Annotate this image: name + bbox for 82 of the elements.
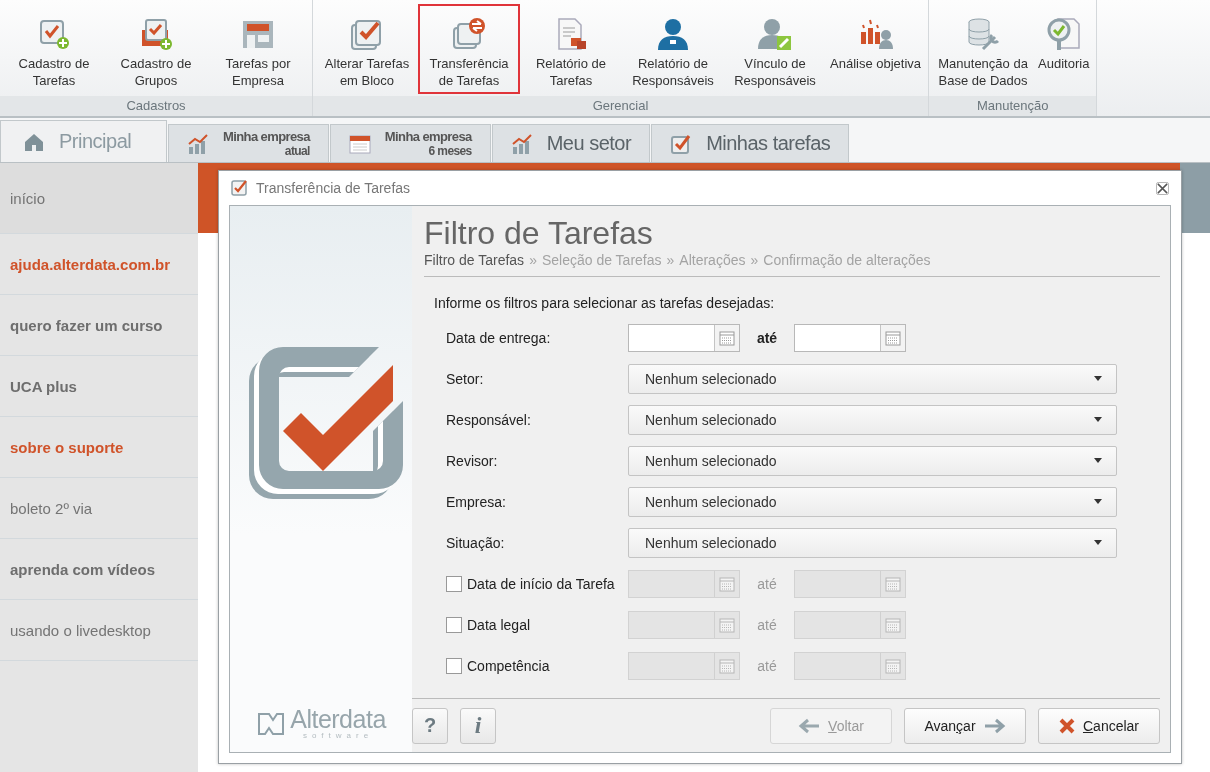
- arrow-right-icon: [983, 717, 1006, 734]
- field-label: Setor:: [445, 370, 485, 387]
- database-wrench-icon: [965, 16, 1002, 52]
- close-icon[interactable]: [1156, 181, 1169, 195]
- checkbox-icon: [231, 179, 249, 197]
- range-separator: até: [756, 575, 778, 592]
- group-label: Cadastros: [0, 96, 312, 116]
- caret-icon: [1094, 499, 1102, 504]
- group-label: Manutenção: [929, 96, 1097, 116]
- calendar-icon: [885, 329, 901, 346]
- logo-tagline: software: [302, 732, 374, 740]
- field-label: Revisor:: [445, 452, 499, 469]
- caret-icon: [1094, 540, 1102, 545]
- ribbon-button[interactable]: Vínculo de Responsáveis: [724, 4, 826, 94]
- ribbon-button[interactable]: Relatório de Responsáveis: [622, 4, 724, 94]
- field-label: Responsável:: [445, 411, 532, 428]
- ribbon-button[interactable]: Cadastro de Grupos: [105, 4, 207, 94]
- info-button[interactable]: i: [460, 707, 496, 744]
- tab[interactable]: Meu setor: [491, 124, 651, 162]
- group-label: Gerencial: [313, 96, 929, 116]
- calendar-icon: [885, 616, 901, 633]
- calendar-icon: [719, 657, 735, 674]
- caret-icon: [1094, 458, 1102, 463]
- calendar-icon: [719, 616, 735, 633]
- sidebar-item[interactable]: início: [0, 163, 198, 234]
- tab[interactable]: Minha empresa atual: [168, 124, 329, 162]
- date-field[interactable]: [794, 323, 906, 352]
- breadcrumb-separator: »: [750, 252, 759, 268]
- calendar-icon: [885, 657, 901, 674]
- range-separator: até: [755, 329, 779, 346]
- breadcrumb-separator: »: [666, 252, 675, 268]
- calendar-icon: [885, 575, 901, 592]
- field-label: Situação:: [445, 534, 506, 551]
- caret-icon: [1094, 376, 1102, 381]
- ribbon-button[interactable]: Relatório de Tarefas: [520, 4, 622, 94]
- instruction-text: Informe os filtros para selecionar as tarefas desejadas:: [434, 295, 776, 311]
- page-heading: Filtro de Tarefas: [424, 214, 654, 252]
- calendar-icon: [348, 132, 371, 155]
- close-icon: [1058, 717, 1075, 734]
- dropdown[interactable]: Nenhum selecionado: [628, 445, 1117, 476]
- dropdown[interactable]: Nenhum selecionado: [628, 527, 1117, 558]
- ribbon-button[interactable]: Transferência de Tarefas: [418, 4, 520, 94]
- dropdown[interactable]: Nenhum selecionado: [628, 486, 1117, 517]
- dropdown[interactable]: Nenhum selecionado: [628, 363, 1117, 394]
- transfer-icon: [451, 16, 487, 52]
- person-link-icon: [757, 16, 793, 52]
- ribbon-button[interactable]: Análise objetiva: [826, 4, 926, 94]
- checkbox-label: Data legal: [467, 616, 531, 633]
- calendar-icon: [719, 575, 735, 592]
- date-field[interactable]: [628, 323, 740, 352]
- caret-icon: [1094, 417, 1102, 422]
- field-label: Empresa:: [445, 493, 507, 510]
- breadcrumb-step: Confirmação de alterações: [763, 252, 931, 268]
- chart-icon: [510, 132, 533, 155]
- header-panel: [1180, 163, 1210, 233]
- breadcrumb-step: Filtro de Tarefas: [424, 252, 525, 268]
- breadcrumb-separator: »: [529, 252, 537, 268]
- help-button[interactable]: ?: [412, 707, 448, 744]
- calendar-icon: [719, 329, 735, 346]
- ribbon-button[interactable]: Auditoria: [1034, 4, 1094, 94]
- magnifier-document-icon: [1045, 16, 1082, 52]
- person-icon: [655, 16, 691, 52]
- range-separator: até: [756, 616, 778, 633]
- ribbon-button[interactable]: Alterar Tarefas em Bloco: [316, 4, 418, 94]
- dropdown[interactable]: Nenhum selecionado: [628, 404, 1117, 435]
- breadcrumb-step: Alterações: [679, 252, 746, 268]
- dialog-title: Transferência de Tarefas: [256, 180, 411, 196]
- breadcrumb-step: Seleção de Tarefas: [541, 252, 662, 268]
- logo-name: Alterdata: [290, 707, 386, 732]
- ribbon-button[interactable]: Cadastro de Tarefas: [3, 4, 105, 94]
- checkbox-label: Data de início da Tarefa: [467, 575, 615, 592]
- checkbox-label: Competência: [467, 657, 550, 674]
- field-label: Data de entrega:: [445, 329, 552, 346]
- tab[interactable]: Minhas tarefas: [651, 124, 850, 162]
- ribbon-button[interactable]: Manutenção da Base de Dados: [932, 4, 1035, 94]
- cancel-button[interactable]: Cancelar: [1038, 707, 1160, 744]
- next-button[interactable]: Avançar: [904, 707, 1026, 744]
- arrow-left-icon: [798, 717, 821, 734]
- range-separator: até: [756, 657, 778, 674]
- tab[interactable]: Minha empresa 6 meses: [329, 124, 491, 162]
- chart-icon: [187, 132, 209, 155]
- ribbon-button[interactable]: Tarefas por Empresa: [207, 4, 309, 94]
